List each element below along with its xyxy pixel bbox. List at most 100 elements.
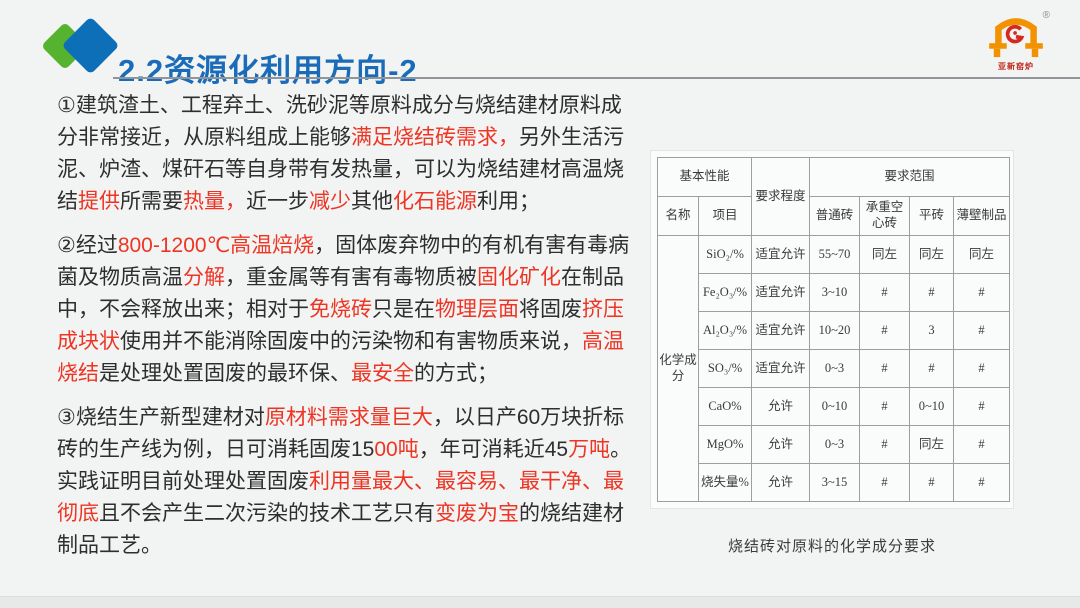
table-row: Al₂O₃/%适宜允许10~20#3# bbox=[658, 312, 1010, 350]
page-title: 2.2资源化利用方向-2 bbox=[118, 45, 418, 90]
table-cell: 0~3 bbox=[810, 426, 860, 464]
table-cell: # bbox=[954, 388, 1010, 426]
highlighted-text: 固化矿化 bbox=[477, 266, 561, 289]
paragraph: ①建筑渣土、工程弃土、洗砂泥等原料成分与烧结建材原料成分非常接近，从原料组成上能… bbox=[57, 90, 637, 218]
highlighted-text: 800-1200℃高温焙烧 bbox=[118, 234, 314, 257]
table-cell: # bbox=[910, 464, 954, 502]
table-cell: 化学成分 bbox=[658, 236, 699, 502]
table-body: 化学成分SiO₂/%适宜允许55~70同左同左同左Fe₂O₃/%适宜允许3~10… bbox=[658, 236, 1010, 502]
body-text: ，重金属等有害有毒物质被 bbox=[225, 266, 477, 289]
body-text: 使用并不能消除固废中的污染物和有害物质来说， bbox=[120, 330, 582, 353]
table-caption: 烧结砖对原料的化学成分要求 bbox=[650, 535, 1014, 556]
table-cell: # bbox=[954, 274, 1010, 312]
table-cell: 适宜允许 bbox=[752, 236, 810, 274]
body-text: 的方式； bbox=[414, 362, 498, 385]
diamond-logo-blue bbox=[62, 17, 120, 75]
table-cell: 10~20 bbox=[810, 312, 860, 350]
body-text: 利用； bbox=[477, 190, 540, 213]
company-logo: ® 亚新窑炉 bbox=[980, 8, 1052, 72]
table-cell: 允许 bbox=[752, 464, 810, 502]
table-row: CaO%允许0~10#0~10# bbox=[658, 388, 1010, 426]
highlighted-text: 最安全 bbox=[351, 362, 414, 385]
table-cell: # bbox=[954, 312, 1010, 350]
table-cell: 适宜允许 bbox=[752, 312, 810, 350]
requirements-table: 基本性能要求程度要求范围名称项目普通砖承重空心砖平砖薄壁制品 化学成分SiO₂/… bbox=[657, 157, 1010, 502]
body-text: 其他 bbox=[351, 190, 393, 213]
table-cell: 名称 bbox=[658, 197, 699, 236]
table-cell: 基本性能 bbox=[658, 158, 752, 197]
table-cell: # bbox=[954, 426, 1010, 464]
table-cell: SiO₂/% bbox=[699, 236, 752, 274]
company-logo-text: 亚新窑炉 bbox=[980, 61, 1052, 72]
paragraph: ②经过800-1200℃高温焙烧，固体废弃物中的有机有害有毒病菌及物质高温分解，… bbox=[57, 230, 637, 390]
table-row: SO₃/%适宜允许0~3### bbox=[658, 350, 1010, 388]
body-text: 只是在 bbox=[372, 298, 435, 321]
table-cell: Al₂O₃/% bbox=[699, 312, 752, 350]
table-cell: 允许 bbox=[752, 388, 810, 426]
table-cell: # bbox=[860, 274, 910, 312]
table-cell: 55~70 bbox=[810, 236, 860, 274]
table-cell: 0~10 bbox=[810, 388, 860, 426]
body-text: 所需要 bbox=[120, 190, 183, 213]
table-column: 基本性能要求程度要求范围名称项目普通砖承重空心砖平砖薄壁制品 化学成分SiO₂/… bbox=[650, 150, 1014, 556]
table-cell: 0~10 bbox=[910, 388, 954, 426]
highlighted-text: 分解 bbox=[183, 266, 225, 289]
highlighted-text: 万吨 bbox=[568, 438, 610, 461]
body-text: ，年可消耗近45 bbox=[419, 438, 568, 461]
table-cell: CaO% bbox=[699, 388, 752, 426]
highlighted-text: 满足烧结砖需求， bbox=[351, 126, 519, 149]
table-cell: 薄壁制品 bbox=[954, 197, 1010, 236]
body-text: ③烧结生产新型建材对 bbox=[57, 406, 265, 429]
table-row: MgO%允许0~3#同左# bbox=[658, 426, 1010, 464]
slide: 2.2资源化利用方向-2 ® 亚新窑炉 ①建筑渣土、工程弃土、洗砂泥等原料成分与… bbox=[0, 0, 1080, 608]
table-cell: 平砖 bbox=[910, 197, 954, 236]
highlighted-text: 化石能源 bbox=[393, 190, 477, 213]
paragraph: ③烧结生产新型建材对原材料需求量巨大，以日产60万块折标砖的生产线为例，日可消耗… bbox=[57, 402, 637, 562]
registered-trademark: ® bbox=[1043, 10, 1050, 21]
table-cell: # bbox=[910, 274, 954, 312]
table-cell: 3~10 bbox=[810, 274, 860, 312]
text-column: ①建筑渣土、工程弃土、洗砂泥等原料成分与烧结建材原料成分非常接近，从原料组成上能… bbox=[57, 90, 637, 574]
table-cell: 要求范围 bbox=[810, 158, 1010, 197]
body-text: 将固废 bbox=[519, 298, 582, 321]
table-cell: # bbox=[860, 464, 910, 502]
table-cell: Fe₂O₃/% bbox=[699, 274, 752, 312]
highlighted-text: 免烧砖 bbox=[309, 298, 372, 321]
table-cell: 0~3 bbox=[810, 350, 860, 388]
body-text: 近一步 bbox=[246, 190, 309, 213]
table-cell: SO₃/% bbox=[699, 350, 752, 388]
table-cell: 适宜允许 bbox=[752, 350, 810, 388]
table-cell: # bbox=[860, 350, 910, 388]
table-cell: 同左 bbox=[910, 426, 954, 464]
table-cell: # bbox=[910, 350, 954, 388]
table-cell: 要求程度 bbox=[752, 158, 810, 236]
table-cell: 同左 bbox=[954, 236, 1010, 274]
highlighted-text: 提供 bbox=[78, 190, 120, 213]
body-text: 是处理处置固废的最环保、 bbox=[99, 362, 351, 385]
title-underline bbox=[113, 77, 1080, 79]
table-row: 化学成分SiO₂/%适宜允许55~70同左同左同左 bbox=[658, 236, 1010, 274]
table-cell: # bbox=[954, 464, 1010, 502]
table-row: Fe₂O₃/%适宜允许3~10### bbox=[658, 274, 1010, 312]
highlighted-text: 物理层面 bbox=[435, 298, 519, 321]
table-cell: 普通砖 bbox=[810, 197, 860, 236]
table-cell: 同左 bbox=[860, 236, 910, 274]
highlighted-text: 00吨 bbox=[374, 438, 418, 461]
highlighted-text: 原材料需求量巨大 bbox=[265, 406, 433, 429]
highlighted-text: 热量， bbox=[183, 190, 246, 213]
table-cell: 适宜允许 bbox=[752, 274, 810, 312]
table-cell: 3~15 bbox=[810, 464, 860, 502]
table-cell: # bbox=[860, 312, 910, 350]
table-row: 烧失量%允许3~15### bbox=[658, 464, 1010, 502]
body-text: 且不会产生二次污染的技术工艺只有 bbox=[99, 502, 435, 525]
table-cell: # bbox=[860, 426, 910, 464]
table-cell: MgO% bbox=[699, 426, 752, 464]
table-header: 基本性能要求程度要求范围名称项目普通砖承重空心砖平砖薄壁制品 bbox=[658, 158, 1010, 236]
bottom-strip bbox=[0, 596, 1080, 608]
highlighted-text: 减少 bbox=[309, 190, 351, 213]
body-text: ②经过 bbox=[57, 234, 118, 257]
table-cell: 同左 bbox=[910, 236, 954, 274]
table-cell: # bbox=[860, 388, 910, 426]
kiln-logo-icon bbox=[986, 8, 1046, 58]
table-cell: 项目 bbox=[699, 197, 752, 236]
